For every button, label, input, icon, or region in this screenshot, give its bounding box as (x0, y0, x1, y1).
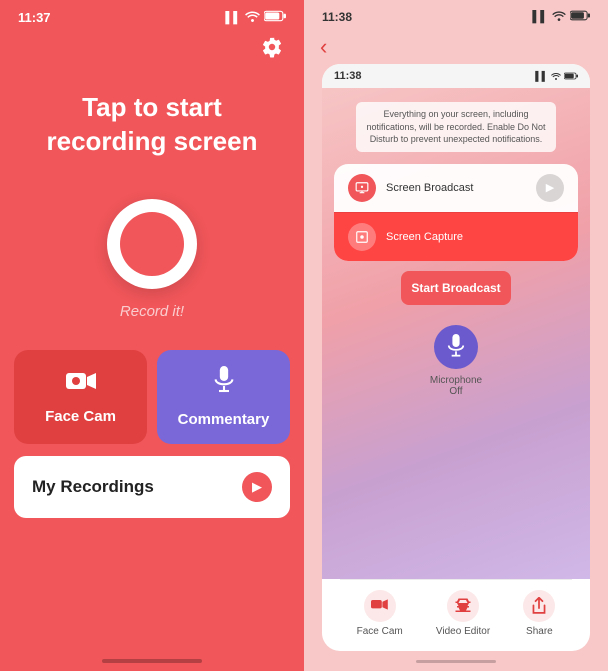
my-recordings-bar[interactable]: My Recordings ▶ (14, 456, 290, 518)
inner-status-bar: 11:38 ▌▌ (322, 64, 590, 88)
home-bar (416, 660, 496, 663)
nav-bar-right: ‹ (304, 28, 608, 64)
microphone-icon (212, 366, 236, 403)
bottom-nav: Face Cam Video Editor Share (340, 579, 572, 651)
record-label: Record it! (120, 303, 184, 320)
microphone-circle[interactable] (434, 325, 478, 369)
status-bar-right: 11:38 ▌▌ (304, 0, 608, 28)
commentary-label: Commentary (178, 411, 270, 428)
my-recordings-text: My Recordings (32, 477, 154, 497)
face-cam-label: Face Cam (45, 408, 116, 425)
time-right: 11:38 (322, 10, 352, 24)
main-title: Tap to start recording screen (27, 91, 278, 159)
screen-broadcast-item[interactable]: Screen Broadcast ▶ (334, 164, 578, 212)
home-indicator-left (102, 659, 202, 663)
start-broadcast-button[interactable]: Start Broadcast (401, 271, 510, 305)
screen-capture-item[interactable]: Screen Capture (334, 212, 578, 261)
inner-time: 11:38 (334, 70, 362, 82)
screen-capture-icon (348, 223, 376, 251)
inner-screen-content: Everything on your screen, includingnoti… (322, 88, 590, 579)
top-bar (0, 29, 304, 61)
nav-share-label: Share (526, 626, 553, 637)
nav-video-editor-label: Video Editor (436, 626, 490, 637)
record-button-container (107, 199, 197, 289)
home-indicator-right (304, 651, 608, 671)
play-overlay-1[interactable]: ▶ (536, 174, 564, 202)
right-phone: 11:38 ▌▌ ‹ 11:38 ▌▌ (304, 0, 608, 671)
signal-icon: ▌▌ (225, 12, 241, 24)
status-icons-left: ▌▌ (225, 10, 286, 25)
bottom-section: Face Cam Commentary My Recordings ▶ (0, 350, 304, 518)
nav-share[interactable]: Share (523, 590, 555, 637)
left-phone: 11:37 ▌▌ Tap to start (0, 0, 304, 671)
back-button[interactable]: ‹ (320, 34, 327, 59)
screen-capture-label: Screen Capture (386, 231, 463, 243)
inner-status-icons: ▌▌ (535, 70, 578, 82)
inner-wifi-icon (551, 72, 561, 80)
settings-button[interactable] (258, 33, 286, 61)
wifi-icon (245, 10, 260, 25)
action-buttons: Face Cam Commentary (14, 350, 290, 444)
status-icons-right: ▌▌ (532, 10, 590, 24)
play-icon: ▶ (252, 479, 262, 495)
battery-icon-right (570, 10, 590, 24)
nav-face-cam-icon (364, 590, 396, 622)
face-cam-button[interactable]: Face Cam (14, 350, 147, 444)
signal-icon-right: ▌▌ (532, 11, 548, 23)
nav-video-editor-icon (447, 590, 479, 622)
wifi-icon-right (552, 10, 566, 24)
record-inner-dot (120, 212, 184, 276)
screen-broadcast-icon (348, 174, 376, 202)
nav-video-editor[interactable]: Video Editor (436, 590, 490, 637)
play-recordings-button[interactable]: ▶ (242, 472, 272, 502)
screen-broadcast-label: Screen Broadcast (386, 182, 473, 194)
inner-phone: 11:38 ▌▌ Everything on your screen, incl… (322, 64, 590, 651)
nav-face-cam[interactable]: Face Cam (357, 590, 403, 637)
notification-text: Everything on your screen, includingnoti… (356, 102, 555, 152)
broadcast-menu: Screen Broadcast ▶ Screen Capture (334, 164, 578, 261)
microphone-label: MicrophoneOff (430, 375, 482, 397)
battery-icon (264, 10, 286, 25)
nav-share-icon (523, 590, 555, 622)
nav-face-cam-label: Face Cam (357, 626, 403, 637)
record-button[interactable] (107, 199, 197, 289)
commentary-button[interactable]: Commentary (157, 350, 290, 444)
camera-icon (66, 369, 96, 400)
microphone-section: MicrophoneOff (430, 325, 482, 397)
inner-signal: ▌▌ (535, 71, 548, 81)
inner-battery-icon (564, 72, 578, 80)
status-bar-left: 11:37 ▌▌ (0, 0, 304, 29)
time-left: 11:37 (18, 10, 51, 25)
